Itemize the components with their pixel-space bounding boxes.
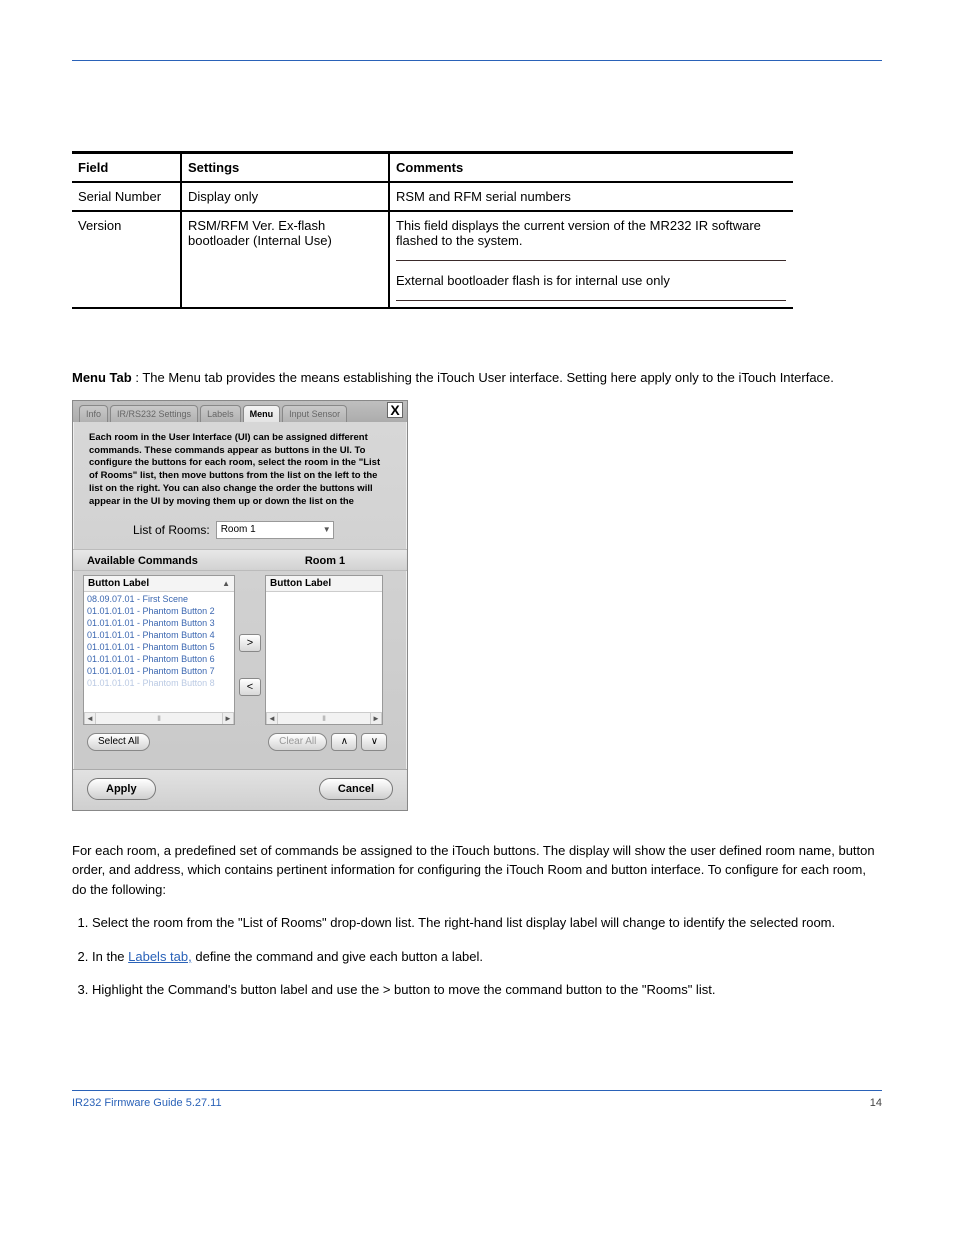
- scroll-track[interactable]: ▮: [278, 713, 370, 724]
- scroll-left-icon[interactable]: ◄: [266, 713, 278, 724]
- h-scrollbar[interactable]: ◄ ▮ ►: [84, 712, 234, 724]
- section-para-text: The Menu tab provides the means establis…: [142, 370, 834, 385]
- td-settings: RSM/RFM Ver. Ex-flash bootloader (Intern…: [182, 212, 390, 307]
- config-description: Each room in the User Interface (UI) can…: [73, 422, 407, 515]
- tab-input-sensor[interactable]: Input Sensor: [282, 405, 347, 422]
- room-list-header[interactable]: Button Label: [266, 576, 382, 592]
- th-field: Field: [72, 154, 182, 181]
- list-item[interactable]: 01.01.01.01 - Phantom Button 2: [84, 605, 234, 617]
- available-list-body: 08.09.07.01 - First Scene 01.01.01.01 - …: [84, 592, 234, 712]
- scroll-right-icon[interactable]: ►: [222, 713, 234, 724]
- list-item[interactable]: 01.01.01.01 - Phantom Button 4: [84, 629, 234, 641]
- page-number: 14: [870, 1097, 882, 1109]
- page-footer: IR232 Firmware Guide 5.27.11 14: [72, 1090, 882, 1109]
- list-actions: Select All Clear All ∧ ∨: [73, 731, 407, 769]
- tab-info[interactable]: Info: [79, 405, 108, 422]
- available-list-header[interactable]: Button Label ▲: [84, 576, 234, 592]
- apply-button[interactable]: Apply: [87, 778, 156, 800]
- tab-bar: Info IR/RS232 Settings Labels Menu Input…: [73, 401, 407, 422]
- td-settings: Display only: [182, 183, 390, 210]
- move-right-button[interactable]: >: [239, 634, 261, 652]
- td-field: Version: [72, 212, 182, 307]
- close-button[interactable]: X: [387, 402, 403, 418]
- labels-tab-link[interactable]: Labels tab,: [128, 949, 192, 964]
- list-item[interactable]: 08.09.07.01 - First Scene: [84, 593, 234, 605]
- footer-left: IR232 Firmware Guide 5.27.11: [72, 1097, 222, 1109]
- settings-table: Field Settings Comments Serial Number Di…: [72, 151, 793, 309]
- rooms-row: List of Rooms: Room 1 ▼: [73, 515, 407, 549]
- td-comments: RSM and RFM serial numbers: [390, 183, 792, 210]
- td-field: Serial Number: [72, 183, 182, 210]
- instructions-lead: For each room, a predefined set of comma…: [72, 841, 882, 900]
- move-down-button[interactable]: ∨: [361, 733, 387, 751]
- rooms-label: List of Rooms:: [133, 523, 210, 537]
- th-settings: Settings: [182, 154, 390, 181]
- list-item[interactable]: 01.01.01.01 - Phantom Button 3: [84, 617, 234, 629]
- list-item[interactable]: 01.01.01.01 - Phantom Button 8: [84, 677, 234, 689]
- scroll-track[interactable]: ▮: [96, 713, 222, 724]
- available-list[interactable]: Button Label ▲ 08.09.07.01 - First Scene…: [83, 575, 235, 725]
- section-para: Menu Tab : The Menu tab provides the mea…: [72, 369, 882, 388]
- table-row: Serial Number Display only RSM and RFM s…: [72, 183, 793, 212]
- cancel-button[interactable]: Cancel: [319, 778, 393, 800]
- move-buttons: > <: [239, 575, 261, 725]
- list-item[interactable]: 01.01.01.01 - Phantom Button 5: [84, 641, 234, 653]
- lists-area: Button Label ▲ 08.09.07.01 - First Scene…: [73, 571, 407, 731]
- rooms-value: Room 1: [221, 524, 256, 535]
- chevron-down-icon: ▼: [323, 525, 331, 534]
- rooms-dropdown[interactable]: Room 1 ▼: [216, 521, 334, 539]
- section-heading: Menu Tab: [72, 370, 132, 385]
- comments-b: External bootloader flash is for interna…: [396, 273, 786, 288]
- instruction-step: In the Labels tab, define the command an…: [92, 947, 882, 967]
- table-header-row: Field Settings Comments: [72, 151, 793, 183]
- th-comments: Comments: [390, 154, 792, 181]
- instruction-step: Select the room from the "List of Rooms"…: [92, 913, 882, 933]
- config-description-text: Each room in the User Interface (UI) can…: [89, 432, 380, 507]
- list-headers: Available Commands Room 1: [73, 549, 407, 571]
- button-label-header: Button Label: [270, 578, 331, 589]
- move-up-button[interactable]: ∧: [331, 733, 357, 751]
- tab-ir-rs232[interactable]: IR/RS232 Settings: [110, 405, 198, 422]
- tab-menu[interactable]: Menu: [243, 405, 281, 422]
- list-item[interactable]: 01.01.01.01 - Phantom Button 7: [84, 665, 234, 677]
- clear-all-button[interactable]: Clear All: [268, 733, 327, 751]
- step2-b: define the command and give each button …: [192, 949, 483, 964]
- room-list-body: [266, 592, 382, 712]
- window-footer: Apply Cancel: [73, 769, 407, 810]
- button-label-header: Button Label: [88, 578, 149, 589]
- td-comments: This field displays the current version …: [390, 212, 792, 307]
- table-row: Version RSM/RFM Ver. Ex-flash bootloader…: [72, 212, 793, 309]
- sub-rule: [396, 260, 786, 261]
- header-rule: [72, 60, 882, 61]
- move-left-button[interactable]: <: [239, 678, 261, 696]
- room-header: Room 1: [257, 552, 393, 570]
- list-item[interactable]: 01.01.01.01 - Phantom Button 6: [84, 653, 234, 665]
- instruction-step: Highlight the Command's button label and…: [92, 980, 882, 1000]
- comments-a: This field displays the current version …: [396, 218, 786, 248]
- tab-labels[interactable]: Labels: [200, 405, 241, 422]
- sort-up-icon: ▲: [222, 579, 230, 588]
- room-list[interactable]: Button Label ◄ ▮ ►: [265, 575, 383, 725]
- menu-config-window: Info IR/RS232 Settings Labels Menu Input…: [72, 400, 408, 811]
- h-scrollbar[interactable]: ◄ ▮ ►: [266, 712, 382, 724]
- instructions-list: Select the room from the "List of Rooms"…: [92, 913, 882, 1000]
- step2-a: In the: [92, 949, 128, 964]
- scroll-right-icon[interactable]: ►: [370, 713, 382, 724]
- select-all-button[interactable]: Select All: [87, 733, 150, 751]
- available-commands-header: Available Commands: [87, 552, 257, 570]
- sub-rule: [396, 300, 786, 301]
- scroll-left-icon[interactable]: ◄: [84, 713, 96, 724]
